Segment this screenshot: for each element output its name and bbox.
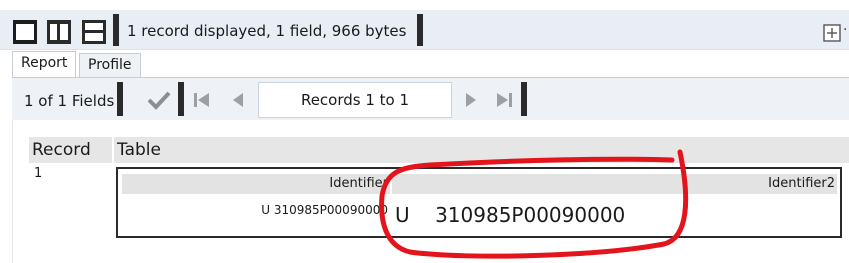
- nav-separator: [117, 82, 123, 116]
- checkmark-icon[interactable]: [146, 88, 172, 116]
- split-columns-icon[interactable]: [46, 19, 72, 45]
- first-page-icon[interactable]: [192, 91, 212, 113]
- tab-profile[interactable]: Profile: [79, 53, 141, 77]
- column-header-record[interactable]: Record: [29, 137, 112, 163]
- toolbar-separator: [113, 14, 119, 46]
- record-number: 1: [34, 166, 43, 181]
- inner-header-identifier[interactable]: Identifier: [122, 174, 390, 194]
- nav-separator: [178, 82, 184, 116]
- last-page-icon[interactable]: [494, 91, 514, 113]
- single-view-icon[interactable]: [12, 19, 38, 45]
- identifier-cell[interactable]: U 310985P00090000: [200, 203, 388, 217]
- tab-report[interactable]: Report: [12, 51, 77, 77]
- results-toolbar: 1 record displayed, 1 field, 966 bytes ·: [0, 10, 849, 50]
- status-text: 1 record displayed, 1 field, 966 bytes: [127, 22, 407, 40]
- expand-plus-icon[interactable]: [823, 24, 841, 42]
- previous-icon[interactable]: [229, 91, 247, 113]
- column-header-table[interactable]: Table: [114, 137, 849, 163]
- next-icon[interactable]: [462, 91, 480, 113]
- nav-separator: [521, 82, 527, 116]
- records-range-display[interactable]: Records 1 to 1: [258, 82, 452, 118]
- identifier2-cell[interactable]: U 310985P00090000: [395, 203, 625, 227]
- split-rows-icon[interactable]: [81, 19, 107, 45]
- inner-header-identifier2[interactable]: Identifier2: [392, 174, 837, 194]
- toolbar-separator: [417, 14, 423, 46]
- fields-count: 1 of 1 Fields: [24, 92, 115, 110]
- trailing-glyph: ·: [843, 22, 848, 38]
